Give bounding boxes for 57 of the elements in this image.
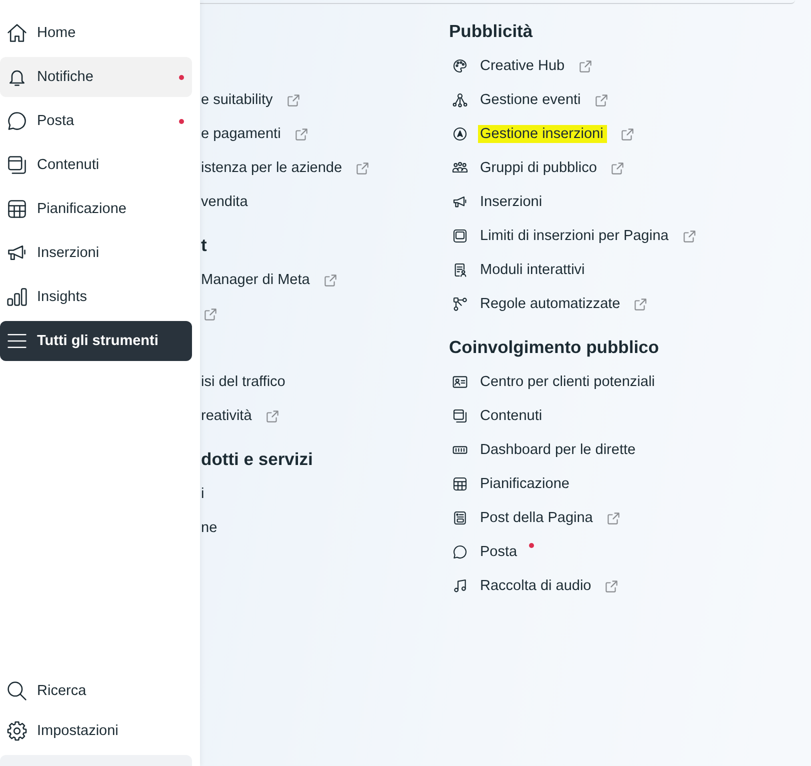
megaphone-icon (452, 194, 468, 210)
tool-link[interactable]: Posta (480, 543, 518, 561)
stacked-windows-icon (452, 408, 468, 424)
section-heading: Coinvolgimento pubblico (449, 336, 660, 359)
tool-link[interactable]: vendita (201, 193, 248, 211)
nodes-icon (452, 296, 468, 312)
search-icon (6, 680, 28, 702)
sidebar-item[interactable]: Notifiche (0, 57, 192, 97)
sidebar-item[interactable]: Ricerca (0, 671, 192, 711)
sidebar-item[interactable]: Inserzioni (0, 233, 192, 273)
tool-link[interactable]: Dashboard per le dirette (480, 441, 636, 459)
bar-chart-icon (6, 286, 28, 308)
section-heading: dotti e servizi (201, 448, 314, 471)
section-heading: t (201, 234, 208, 257)
settings-icon (6, 720, 28, 742)
chat-bubble-icon (452, 544, 468, 560)
tool-link[interactable]: reatività (201, 407, 252, 425)
sidebar-item[interactable]: Contenuti (0, 145, 192, 185)
sidebar-item[interactable]: Insights (0, 277, 192, 317)
id-card-icon (452, 374, 468, 390)
tool-link[interactable]: Regole automatizzate (480, 295, 620, 313)
network-icon (452, 92, 468, 108)
tool-link[interactable]: Raccolta di audio (480, 577, 592, 595)
tool-link[interactable]: Post della Pagina (480, 509, 593, 527)
tool-link[interactable]: e pagamenti (201, 125, 281, 143)
stacked-windows-icon (6, 154, 28, 176)
tool-link[interactable]: Pianificazione (480, 475, 570, 493)
tool-link[interactable]: Manager di Meta (201, 271, 310, 289)
tool-link[interactable]: e suitability (201, 91, 273, 109)
tool-link[interactable]: Inserzioni (480, 193, 542, 211)
tool-link[interactable]: Limiti di inserzioni per Pagina (480, 227, 669, 245)
tool-link[interactable]: Creative Hub (480, 57, 565, 75)
tool-link[interactable]: Moduli interattivi (480, 261, 585, 279)
calendar-icon (452, 476, 468, 492)
tool-link[interactable]: Gestione inserzioni (478, 125, 608, 143)
sidebar-item[interactable]: Posta (0, 101, 192, 141)
tool-link[interactable]: Contenuti (480, 407, 542, 425)
tool-link[interactable]: Gruppi di pubblico (480, 159, 597, 177)
tool-link[interactable]: isi del traffico (201, 373, 286, 391)
post-icon (452, 510, 468, 526)
tool-link[interactable]: ne (201, 519, 218, 537)
home-icon (6, 22, 28, 44)
music-note-icon (452, 578, 468, 594)
tool-link[interactable]: Gestione eventi (480, 91, 581, 109)
chat-bubble-icon (6, 110, 28, 132)
sidebar-item[interactable]: Home (0, 13, 192, 53)
sidebar-item[interactable]: Tutti gli strumenti (0, 321, 192, 361)
calendar-icon (6, 198, 28, 220)
form-icon (452, 262, 468, 278)
tool-link[interactable]: istenza per le aziende (201, 159, 342, 177)
palette-icon (452, 58, 468, 74)
sidebar-item[interactable]: Impostazioni (0, 711, 192, 751)
tool-link[interactable]: Centro per clienti potenziali (480, 373, 655, 391)
frame-icon (452, 228, 468, 244)
section-heading: Pubblicità (449, 20, 534, 43)
tool-link[interactable]: i (201, 485, 204, 503)
sidebar-item[interactable]: Pianificazione (0, 189, 192, 229)
